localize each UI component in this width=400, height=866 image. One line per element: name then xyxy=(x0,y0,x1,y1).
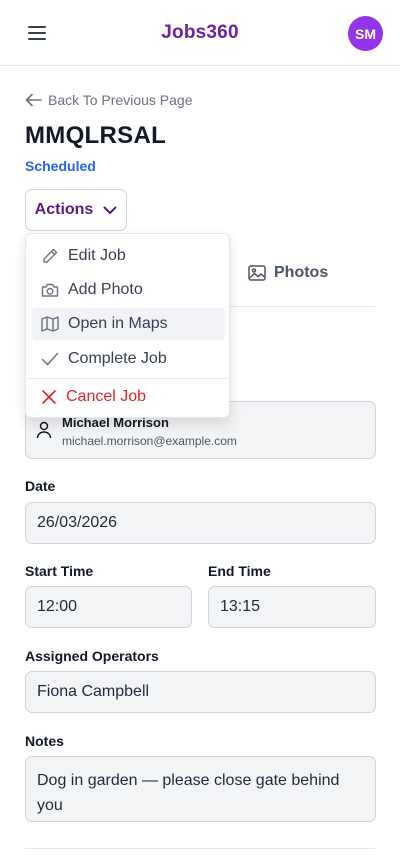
end-time-label: End Time xyxy=(208,563,271,579)
camera-icon xyxy=(41,283,59,297)
menu-item-add-photo[interactable]: Add Photo xyxy=(32,274,225,306)
start-time-label: Start Time xyxy=(25,563,94,579)
menu-item-open-in-maps[interactable]: Open in Maps xyxy=(32,308,225,340)
arrow-left-icon xyxy=(25,93,42,107)
menu-item-edit-job[interactable]: Edit Job xyxy=(32,240,225,272)
job-status-badge: Scheduled xyxy=(25,158,96,174)
customer-email: michael.morrison@example.com xyxy=(62,434,237,448)
tab-photos[interactable]: Photos xyxy=(248,264,328,282)
map-icon xyxy=(41,316,59,332)
notes-value: Dog in garden — please close gate behind… xyxy=(37,772,340,814)
start-time-value: 12:00 xyxy=(37,598,78,615)
start-time-field[interactable]: 12:00 xyxy=(25,586,192,628)
menu-item-label: Complete Job xyxy=(68,350,167,367)
menu-item-label: Open in Maps xyxy=(68,315,168,332)
menu-item-complete-job[interactable]: Complete Job xyxy=(32,343,225,375)
end-time-value: 13:15 xyxy=(220,598,261,615)
date-label: Date xyxy=(25,478,56,494)
menu-item-cancel-job[interactable]: Cancel Job xyxy=(32,381,225,413)
x-icon xyxy=(42,390,56,404)
notes-field[interactable]: Dog in garden — please close gate behind… xyxy=(25,756,376,822)
back-link-label: Back To Previous Page xyxy=(48,92,193,108)
user-icon xyxy=(36,421,52,439)
operators-field[interactable]: Fiona Campbell xyxy=(25,671,376,713)
menu-separator xyxy=(27,378,228,379)
actions-dropdown-menu: Edit Job Add Photo Open in Maps Complete… xyxy=(25,233,230,418)
app-title: Jobs360 xyxy=(161,22,239,43)
date-value: 26/03/2026 xyxy=(37,514,118,531)
pencil-icon xyxy=(43,248,58,263)
date-field[interactable]: 26/03/2026 xyxy=(25,502,376,544)
tab-photos-label: Photos xyxy=(274,264,329,281)
back-link[interactable]: Back To Previous Page xyxy=(25,92,193,108)
user-avatar[interactable]: SM xyxy=(348,16,383,51)
end-time-field[interactable]: 13:15 xyxy=(208,586,376,628)
section-divider xyxy=(25,848,375,849)
image-icon xyxy=(248,265,266,281)
actions-button[interactable]: Actions xyxy=(25,189,127,231)
menu-item-label: Add Photo xyxy=(68,281,143,298)
menu-item-label: Cancel Job xyxy=(66,388,147,405)
check-icon xyxy=(41,352,59,366)
notes-label: Notes xyxy=(25,733,64,749)
menu-item-label: Edit Job xyxy=(68,247,126,264)
actions-button-label: Actions xyxy=(34,201,94,218)
operators-value: Fiona Campbell xyxy=(37,683,150,700)
job-reference-title: MMQLRSAL xyxy=(25,122,167,149)
operators-label: Assigned Operators xyxy=(25,648,159,664)
chevron-down-icon xyxy=(103,206,117,214)
top-bar: Jobs360 SM xyxy=(0,0,400,66)
